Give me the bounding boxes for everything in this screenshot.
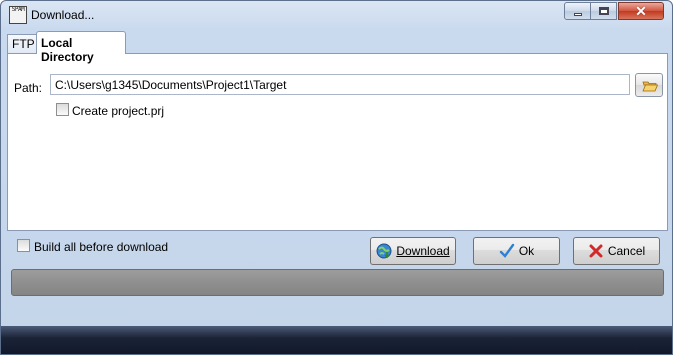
download-progress-bar <box>11 269 664 296</box>
tab-local-directory-label: Local Directory <box>41 36 94 64</box>
download-dialog: SPAM Download... ✕ FTP Local Directory P… <box>0 0 673 355</box>
tab-strip: FTP Local Directory <box>7 31 668 64</box>
local-directory-panel: Path: C:\Users\g1345\Documents\Project1\… <box>7 53 668 231</box>
browse-folder-button[interactable] <box>635 73 663 97</box>
checkmark-icon <box>499 243 515 258</box>
app-icon: SPAM <box>9 6 27 24</box>
maximize-button[interactable] <box>591 2 617 20</box>
path-label: Path: <box>14 81 43 95</box>
cancel-label: Cancel <box>607 244 646 258</box>
ok-button[interactable]: Ok <box>473 237 560 265</box>
tab-local-directory[interactable]: Local Directory <box>36 31 126 64</box>
close-icon: ✕ <box>635 3 647 19</box>
minimize-icon <box>573 12 582 16</box>
title-bar[interactable]: SPAM Download... ✕ <box>1 1 672 29</box>
create-project-label: Create project.prj <box>72 104 165 118</box>
red-x-icon <box>589 244 603 258</box>
build-all-checkbox[interactable] <box>17 239 30 252</box>
minimize-button[interactable] <box>564 2 591 20</box>
download-label: Download <box>396 244 450 258</box>
taskbar-strip <box>1 326 672 354</box>
maximize-icon <box>598 7 609 15</box>
cancel-button[interactable]: Cancel <box>573 237 660 265</box>
build-all-label: Build all before download <box>34 240 169 254</box>
close-button[interactable]: ✕ <box>618 2 664 20</box>
folder-open-icon <box>642 81 658 92</box>
ok-label: Ok <box>518 244 535 258</box>
tab-ftp-label: FTP <box>12 37 35 51</box>
globe-download-icon <box>376 243 392 259</box>
window-title: Download... <box>31 8 95 22</box>
tab-ftp[interactable]: FTP <box>7 34 37 54</box>
path-input[interactable]: C:\Users\g1345\Documents\Project1\Target <box>50 74 630 95</box>
download-button[interactable]: Download <box>370 237 456 265</box>
create-project-checkbox[interactable] <box>56 103 69 116</box>
footer-area: Build all before download Download Ok Ca… <box>7 231 668 326</box>
